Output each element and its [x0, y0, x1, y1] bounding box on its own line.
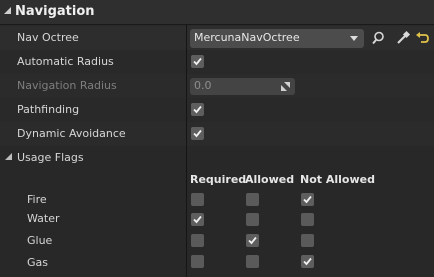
flag-checkbox-water-allowed[interactable]	[246, 213, 259, 226]
section-header-navigation[interactable]: Navigation	[0, 0, 434, 25]
navigation-radius-field[interactable]: 0.0	[190, 78, 295, 95]
check-icon	[248, 236, 257, 245]
flag-label-water: Water	[27, 212, 60, 225]
magnifier-icon[interactable]	[372, 30, 388, 46]
dynamic-avoidance-checkbox[interactable]	[191, 127, 204, 140]
flag-label-gas: Gas	[27, 256, 48, 269]
nav-octree-label: Nav Octree	[17, 31, 79, 44]
flag-checkbox-fire-required[interactable]	[191, 193, 204, 206]
nav-octree-value: MercunaNavOctree	[194, 31, 300, 44]
pathfinding-checkbox[interactable]	[191, 103, 204, 116]
dynamic-avoidance-label: Dynamic Avoidance	[17, 127, 126, 140]
chevron-down-icon	[350, 36, 358, 41]
flag-checkbox-water-not-allowed[interactable]	[301, 213, 314, 226]
flag-checkbox-gas-not-allowed[interactable]	[301, 255, 314, 268]
collapse-arrow-icon[interactable]	[4, 7, 11, 14]
check-icon	[193, 215, 202, 224]
flag-checkbox-gas-allowed[interactable]	[246, 255, 259, 268]
usage-flags-label: Usage Flags	[17, 151, 84, 164]
flag-checkbox-glue-allowed[interactable]	[246, 234, 259, 247]
navigation-radius-label: Navigation Radius	[17, 79, 117, 92]
flag-checkbox-fire-not-allowed[interactable]	[301, 193, 314, 206]
eyedropper-icon[interactable]	[395, 30, 411, 46]
flag-checkbox-glue-not-allowed[interactable]	[301, 234, 314, 247]
flag-checkbox-gas-required[interactable]	[191, 255, 204, 268]
check-icon	[193, 105, 202, 114]
column-header-not-allowed: Not Allowed	[300, 173, 375, 186]
column-header-required: Required	[190, 173, 247, 186]
section-title: Navigation	[15, 4, 95, 19]
reset-arrow-icon[interactable]	[415, 30, 431, 46]
flag-label-glue: Glue	[27, 234, 53, 247]
check-icon	[303, 257, 312, 266]
automatic-radius-checkbox[interactable]	[191, 55, 204, 68]
column-header-allowed: Allowed	[245, 173, 295, 186]
check-icon	[193, 57, 202, 66]
check-icon	[303, 195, 312, 204]
flag-checkbox-glue-required[interactable]	[191, 234, 204, 247]
row-bg	[0, 146, 434, 277]
flag-checkbox-water-required[interactable]	[191, 213, 204, 226]
nav-octree-combo[interactable]: MercunaNavOctree	[190, 29, 364, 48]
navigation-radius-value: 0.0	[194, 79, 212, 92]
check-icon	[193, 129, 202, 138]
pathfinding-label: Pathfinding	[17, 103, 80, 116]
column-divider[interactable]	[186, 25, 187, 277]
flag-label-fire: Fire	[27, 193, 47, 206]
usage-flags-expander-icon[interactable]	[5, 153, 12, 160]
automatic-radius-label: Automatic Radius	[17, 55, 114, 68]
resize-grip-icon	[281, 82, 290, 91]
flag-checkbox-fire-allowed[interactable]	[246, 193, 259, 206]
